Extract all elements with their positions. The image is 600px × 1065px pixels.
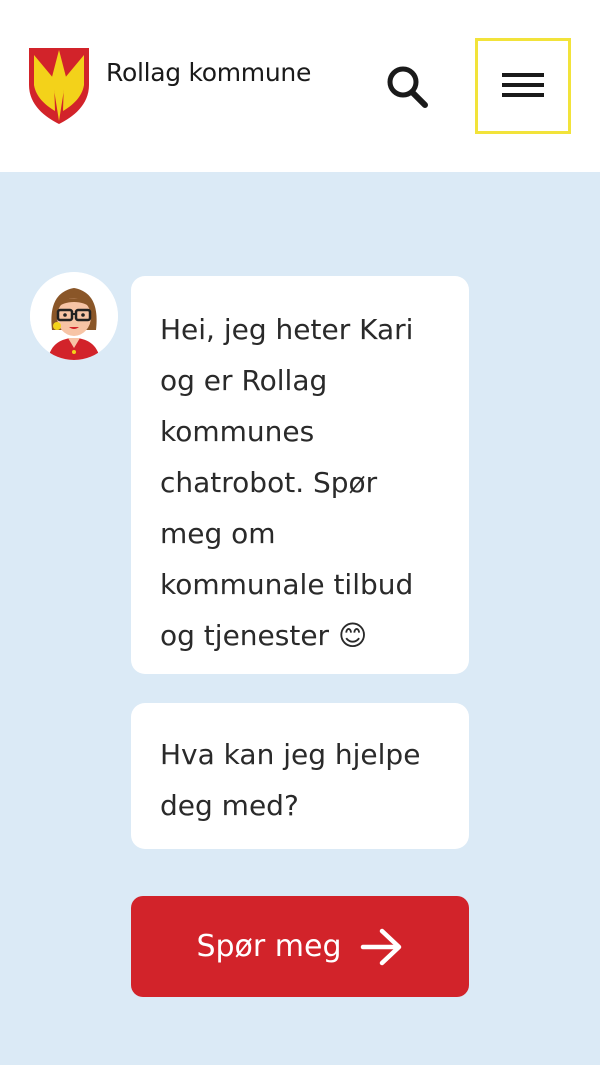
ask-me-label: Spør meg	[196, 929, 342, 964]
chat-message: Hei, jeg heter Kari og er Rollag kommune…	[131, 276, 469, 674]
search-icon	[387, 66, 428, 108]
hamburger-menu-icon	[502, 73, 544, 97]
chatbot-kari-avatar	[30, 272, 118, 360]
site-title[interactable]: Rollag kommune	[106, 58, 311, 87]
ask-me-button[interactable]: Spør meg	[131, 896, 469, 997]
search-button[interactable]	[382, 62, 432, 112]
arrow-right-icon	[360, 928, 401, 965]
site-header: Rollag kommune	[0, 0, 600, 172]
menu-button[interactable]	[475, 38, 571, 134]
chat-message: Hva kan jeg hjelpe deg med?	[131, 703, 469, 849]
coat-of-arms-icon[interactable]	[28, 47, 90, 125]
chatbot-avatar	[30, 272, 118, 360]
